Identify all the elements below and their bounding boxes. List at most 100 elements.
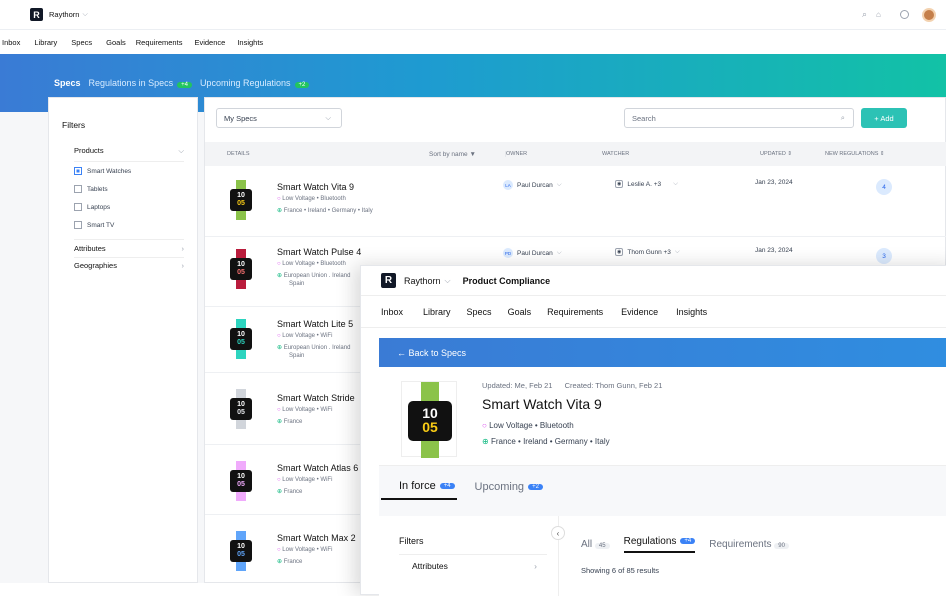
detail-top-bar: R Raythorn ⌵ Product Compliance [361, 266, 946, 296]
chevron-down-icon: ⌵ [674, 248, 680, 255]
row-name[interactable]: Smart Watch Stride [277, 393, 355, 403]
row-name[interactable]: Smart Watch Atlas 6 [277, 463, 358, 473]
product-label: Tablets [87, 185, 108, 193]
watch-face: 10 05 [230, 398, 252, 420]
new-regulations-badge[interactable]: 3 [876, 248, 892, 264]
product-option[interactable]: Smart TV [74, 221, 114, 229]
circle-icon: ○ [277, 547, 281, 553]
geographies-header[interactable]: Geographies › [74, 257, 184, 274]
sort-by-name[interactable]: Sort by name ▼ [429, 151, 476, 158]
subtab-requirements[interactable]: Requirements 90 [709, 539, 789, 550]
product-option[interactable]: Tablets [74, 185, 108, 193]
watcher-name: Leslie A. +3 [627, 180, 662, 188]
checkbox-checked[interactable] [74, 167, 82, 175]
app-name[interactable]: Raythorn [404, 276, 441, 286]
tab-label: Regulations in Specs [88, 78, 174, 88]
nav-inbox[interactable]: Inbox [381, 307, 403, 317]
row-attrs: ○ Low Voltage • Bluetooth [277, 196, 346, 202]
add-button[interactable]: + Add [861, 108, 907, 128]
nav-specs[interactable]: Specs [467, 307, 492, 317]
tab-upcoming-regulations[interactable]: Upcoming Regulations +2 [200, 78, 310, 88]
view-select[interactable]: My Specs ⌵ [216, 108, 342, 128]
subtab-all[interactable]: All 45 [581, 539, 610, 550]
new-regulations-badge[interactable]: 4 [876, 179, 892, 195]
tab-upcoming[interactable]: Upcoming +2 [475, 481, 543, 499]
col-updated[interactable]: UPDATED ⇕ [760, 151, 792, 157]
notification-icon[interactable] [900, 10, 909, 19]
owner-chip[interactable]: PD Paul Durcan ⌵ [503, 248, 562, 258]
watch-minute: 05 [422, 419, 438, 435]
nav-insights[interactable]: Insights [237, 38, 263, 47]
watch-face: 10 05 [230, 328, 252, 350]
chevron-down-icon[interactable]: ⌵ [82, 11, 87, 19]
avatar[interactable] [922, 7, 936, 22]
app-name[interactable]: Raythorn [49, 10, 79, 19]
attributes-header[interactable]: Attributes › [399, 554, 547, 571]
col-owner[interactable]: OWNER [505, 151, 527, 157]
gift-icon[interactable]: ⌂ [876, 10, 881, 19]
nav-specs[interactable]: Specs [71, 38, 92, 47]
watch-hour: 10 [237, 543, 245, 550]
nav-evidence[interactable]: Evidence [621, 307, 658, 317]
nav-goals[interactable]: Goals [106, 38, 126, 47]
globe-icon: ⊕ [277, 345, 283, 351]
globe-icon: ⊕ [482, 437, 489, 446]
col-watcher[interactable]: WATCHER [602, 151, 629, 157]
collapse-filters-button[interactable]: ‹ [551, 526, 565, 540]
watch-hour: 10 [237, 192, 245, 199]
product-option[interactable]: Laptops [74, 203, 110, 211]
row-geo-text: France [283, 489, 303, 495]
col-new-regulations[interactable]: NEW REGULATIONS ⇕ [825, 151, 885, 157]
tab-in-force[interactable]: In force +4 [381, 480, 457, 500]
search-input[interactable]: Search ⌕ [624, 108, 854, 128]
row-geo-text: France • Ireland • Germany • Italy [283, 208, 373, 214]
nav-insights[interactable]: Insights [676, 307, 707, 317]
nav-evidence[interactable]: Evidence [194, 38, 225, 47]
row-name[interactable]: Smart Watch Max 2 [277, 533, 356, 543]
tab-specs[interactable]: Specs [54, 78, 81, 88]
row-geo-text: France [283, 559, 303, 565]
watcher-chip[interactable]: ◉ Leslie A. +3 ⌵ [615, 180, 678, 188]
nav-goals[interactable]: Goals [508, 307, 532, 317]
products-header[interactable]: Products ⌵ [74, 146, 184, 162]
row-name[interactable]: Smart Watch Vita 9 [277, 182, 354, 192]
nav-requirements[interactable]: Requirements [136, 38, 183, 47]
row-geo: ⊕ France [277, 558, 302, 565]
tab-regulations-in-specs[interactable]: Regulations in Specs +4 [89, 78, 192, 88]
col-newreg-label: NEW REGULATIONS [825, 151, 879, 157]
watch-hour: 10 [237, 331, 245, 338]
subtab-label: Regulations [623, 536, 677, 547]
tab-badge: +2 [528, 484, 543, 491]
row-geo: ⊕ European Union . Ireland [277, 344, 350, 351]
globe-icon: ⊕ [277, 559, 283, 565]
detail-nav: Inbox Library Specs Goals Requirements E… [361, 296, 946, 328]
sort-icon: ▼ [469, 151, 476, 158]
checkbox[interactable] [74, 185, 82, 193]
subtab-regulations[interactable]: Regulations +4 [623, 536, 696, 553]
product-image: 10 05 [227, 531, 255, 571]
col-updated-label: UPDATED [760, 151, 786, 157]
circle-icon: ○ [277, 261, 281, 267]
back-to-specs-link[interactable]: ← Back to Specs [379, 338, 946, 367]
search-icon[interactable]: ⌕ [862, 9, 867, 20]
attributes-header[interactable]: Attributes › [74, 239, 184, 258]
owner-chip[interactable]: LA Paul Durcan ⌵ [503, 180, 562, 190]
watcher-chip[interactable]: ◉ Thom Gunn +3 ⌵ [615, 248, 680, 256]
nav-inbox[interactable]: Inbox [2, 38, 20, 47]
circle-icon: ○ [277, 477, 281, 483]
checkbox[interactable] [74, 203, 82, 211]
checkbox[interactable] [74, 221, 82, 229]
table-header: DETAILS Sort by name ▼ OWNER WATCHER UPD… [205, 142, 946, 166]
nav-requirements[interactable]: Requirements [547, 307, 603, 317]
nav-library[interactable]: Library [34, 38, 57, 47]
row-name[interactable]: Smart Watch Pulse 4 [277, 247, 361, 257]
row-name[interactable]: Smart Watch Lite 5 [277, 319, 353, 329]
product-image: 10 05 [227, 461, 255, 501]
product-header: 10 05 Updated: Me, Feb 21 Created: Thom … [379, 367, 946, 466]
nav-library[interactable]: Library [423, 307, 451, 317]
row-attrs: ○ Low Voltage • WiFi [277, 333, 332, 339]
row-attrs-text: Low Voltage • WiFi [282, 407, 333, 413]
table-row[interactable]: 10 05 Smart Watch Vita 9 ○ Low Voltage • … [205, 166, 946, 236]
chevron-down-icon[interactable]: ⌵ [445, 276, 451, 286]
product-option[interactable]: Smart Watches [74, 167, 131, 175]
